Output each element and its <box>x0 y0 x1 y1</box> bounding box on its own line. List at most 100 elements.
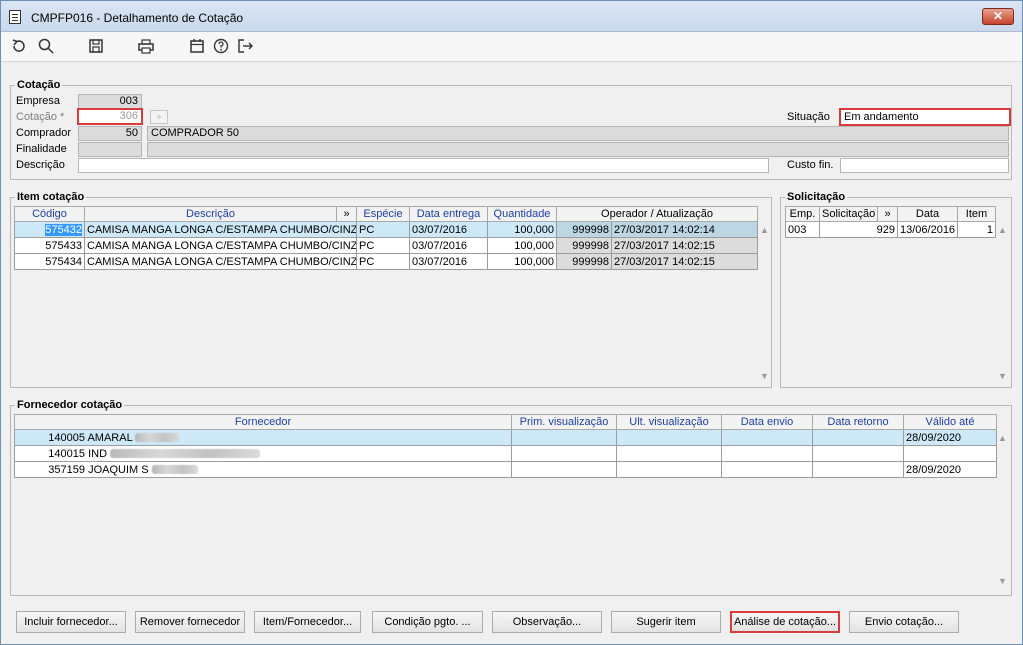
calendar-icon[interactable] <box>187 37 207 57</box>
table-row[interactable]: 575434 CAMISA MANGA LONGA C/ESTAMPA CHUM… <box>14 253 758 270</box>
scroll-up-icon[interactable]: ▲ <box>998 225 1007 235</box>
col-especie[interactable]: Espécie <box>356 206 410 222</box>
col-descricao[interactable]: Descrição <box>84 206 337 222</box>
fornecedor-nome: AMARAL <box>87 431 133 444</box>
col-data-envio[interactable]: Data envio <box>721 414 813 430</box>
table-row[interactable]: 003 929 13/06/2016 1 <box>785 221 996 238</box>
custo-label: Custo fin. <box>787 159 834 171</box>
item-quantidade[interactable]: 100,000 <box>487 253 557 270</box>
exit-icon[interactable] <box>235 37 255 57</box>
col-emp[interactable]: Emp. <box>785 206 820 222</box>
item-atualizacao: 27/03/2017 14:02:15 <box>611 253 758 270</box>
valido-ate[interactable]: 28/09/2020 <box>903 429 997 446</box>
sol-solicitacao[interactable]: 929 <box>819 221 898 238</box>
col-solicitacao[interactable]: Solicitação <box>819 206 878 222</box>
situacao-field[interactable]: Em andamento <box>839 108 1011 126</box>
fornecedor-cell[interactable]: 357159 JOAQUIM S <box>14 461 512 478</box>
item-especie[interactable]: PC <box>356 253 410 270</box>
col-valido-ate[interactable]: Válido até <box>903 414 997 430</box>
item-descricao[interactable]: CAMISA MANGA LONGA C/ESTAMPA CHUMBO/CINZ… <box>84 237 357 254</box>
prim-visualizacao[interactable] <box>511 461 617 478</box>
fornecedor-cell[interactable]: 140005 AMARAL <box>14 429 512 446</box>
solicitacao-table-header: Emp. Solicitação » Data Item <box>785 206 996 222</box>
data-retorno[interactable] <box>812 461 904 478</box>
table-row[interactable]: 357159 JOAQUIM S 28/09/2020 <box>14 461 997 478</box>
item-especie[interactable]: PC <box>356 221 410 238</box>
col-data[interactable]: Data <box>897 206 958 222</box>
item-especie[interactable]: PC <box>356 237 410 254</box>
ult-visualizacao[interactable] <box>616 461 722 478</box>
empresa-field[interactable]: 003 <box>78 94 142 109</box>
cotacao-field[interactable]: 306 <box>77 108 143 125</box>
ult-visualizacao[interactable] <box>616 445 722 462</box>
table-row[interactable]: 575432 CAMISA MANGA LONGA C/ESTAMPA CHUM… <box>14 221 758 238</box>
solicitacao-legend: Solicitação <box>787 191 846 203</box>
envio-cotacao-button[interactable]: Envio cotação... <box>849 611 959 633</box>
item-data-entrega[interactable]: 03/07/2016 <box>409 237 488 254</box>
col-fornecedor[interactable]: Fornecedor <box>14 414 512 430</box>
prim-visualizacao[interactable] <box>511 429 617 446</box>
prim-visualizacao[interactable] <box>511 445 617 462</box>
comprador-name-field: COMPRADOR 50 <box>147 126 1009 141</box>
fornecedor-table-header: Fornecedor Prim. visualização Ult. visua… <box>14 414 997 430</box>
col-operador[interactable]: Operador / Atualização <box>556 206 758 222</box>
data-envio[interactable] <box>721 429 813 446</box>
sol-emp[interactable]: 003 <box>785 221 820 238</box>
col-quantidade[interactable]: Quantidade <box>487 206 557 222</box>
item-codigo[interactable]: 575433 <box>14 237 85 254</box>
scroll-up-icon[interactable]: ▲ <box>760 225 769 235</box>
scroll-up-icon[interactable]: ▲ <box>998 433 1007 443</box>
sugerir-item-button[interactable]: Sugerir item <box>611 611 721 633</box>
valido-ate[interactable] <box>903 445 997 462</box>
scroll-down-icon[interactable]: ▼ <box>760 371 769 381</box>
observacao-button[interactable]: Observação... <box>492 611 602 633</box>
table-row[interactable]: 575433 CAMISA MANGA LONGA C/ESTAMPA CHUM… <box>14 237 758 254</box>
help-icon[interactable] <box>211 37 231 57</box>
data-retorno[interactable] <box>812 445 904 462</box>
table-row[interactable]: 140015 IND <box>14 445 997 462</box>
scroll-down-icon[interactable]: ▼ <box>998 576 1007 586</box>
item-descricao[interactable]: CAMISA MANGA LONGA C/ESTAMPA CHUMBO/CINZ… <box>84 221 357 238</box>
fornecedor-cell[interactable]: 140015 IND <box>14 445 512 462</box>
item-fornecedor-button[interactable]: Item/Fornecedor... <box>254 611 361 633</box>
scroll-down-icon[interactable]: ▼ <box>998 371 1007 381</box>
incluir-fornecedor-button[interactable]: Incluir fornecedor... <box>16 611 126 633</box>
condicao-pgto-button[interactable]: Condição pgto. ... <box>372 611 483 633</box>
item-descricao[interactable]: CAMISA MANGA LONGA C/ESTAMPA CHUMBO/CINZ… <box>84 253 357 270</box>
analise-cotacao-button[interactable]: Análise de cotação... <box>730 611 840 633</box>
close-button[interactable]: ✕ <box>982 8 1014 25</box>
table-row[interactable]: 140005 AMARAL 28/09/2020 <box>14 429 997 446</box>
remover-fornecedor-button[interactable]: Remover fornecedor <box>135 611 245 633</box>
col-codigo[interactable]: Código <box>14 206 85 222</box>
col-more[interactable]: » <box>877 206 898 222</box>
data-envio[interactable] <box>721 461 813 478</box>
custo-field[interactable] <box>840 158 1009 173</box>
search-icon[interactable] <box>36 37 56 57</box>
valido-ate[interactable]: 28/09/2020 <box>903 461 997 478</box>
col-item[interactable]: Item <box>957 206 996 222</box>
cotacao-lookup-button[interactable]: » <box>150 110 168 124</box>
col-ult-visualizacao[interactable]: Ult. visualização <box>616 414 722 430</box>
item-data-entrega[interactable]: 03/07/2016 <box>409 253 488 270</box>
item-codigo[interactable]: 575434 <box>14 253 85 270</box>
data-retorno[interactable] <box>812 429 904 446</box>
col-data-retorno[interactable]: Data retorno <box>812 414 904 430</box>
descricao-field[interactable] <box>78 158 769 173</box>
ult-visualizacao[interactable] <box>616 429 722 446</box>
sol-data[interactable]: 13/06/2016 <box>897 221 958 238</box>
item-codigo[interactable]: 575432 <box>45 223 82 236</box>
comprador-code-field[interactable]: 50 <box>78 126 142 141</box>
data-envio[interactable] <box>721 445 813 462</box>
save-icon[interactable] <box>86 37 106 57</box>
item-quantidade[interactable]: 100,000 <box>487 237 557 254</box>
redacted-name <box>135 433 180 443</box>
col-data-entrega[interactable]: Data entrega <box>409 206 488 222</box>
sol-item[interactable]: 1 <box>957 221 996 238</box>
col-prim-visualizacao[interactable]: Prim. visualização <box>511 414 617 430</box>
item-data-entrega[interactable]: 03/07/2016 <box>409 221 488 238</box>
undo-icon[interactable] <box>9 37 29 57</box>
print-icon[interactable] <box>136 37 156 57</box>
col-more[interactable]: » <box>336 206 357 222</box>
finalidade-field[interactable] <box>78 142 142 157</box>
item-quantidade[interactable]: 100,000 <box>487 221 557 238</box>
